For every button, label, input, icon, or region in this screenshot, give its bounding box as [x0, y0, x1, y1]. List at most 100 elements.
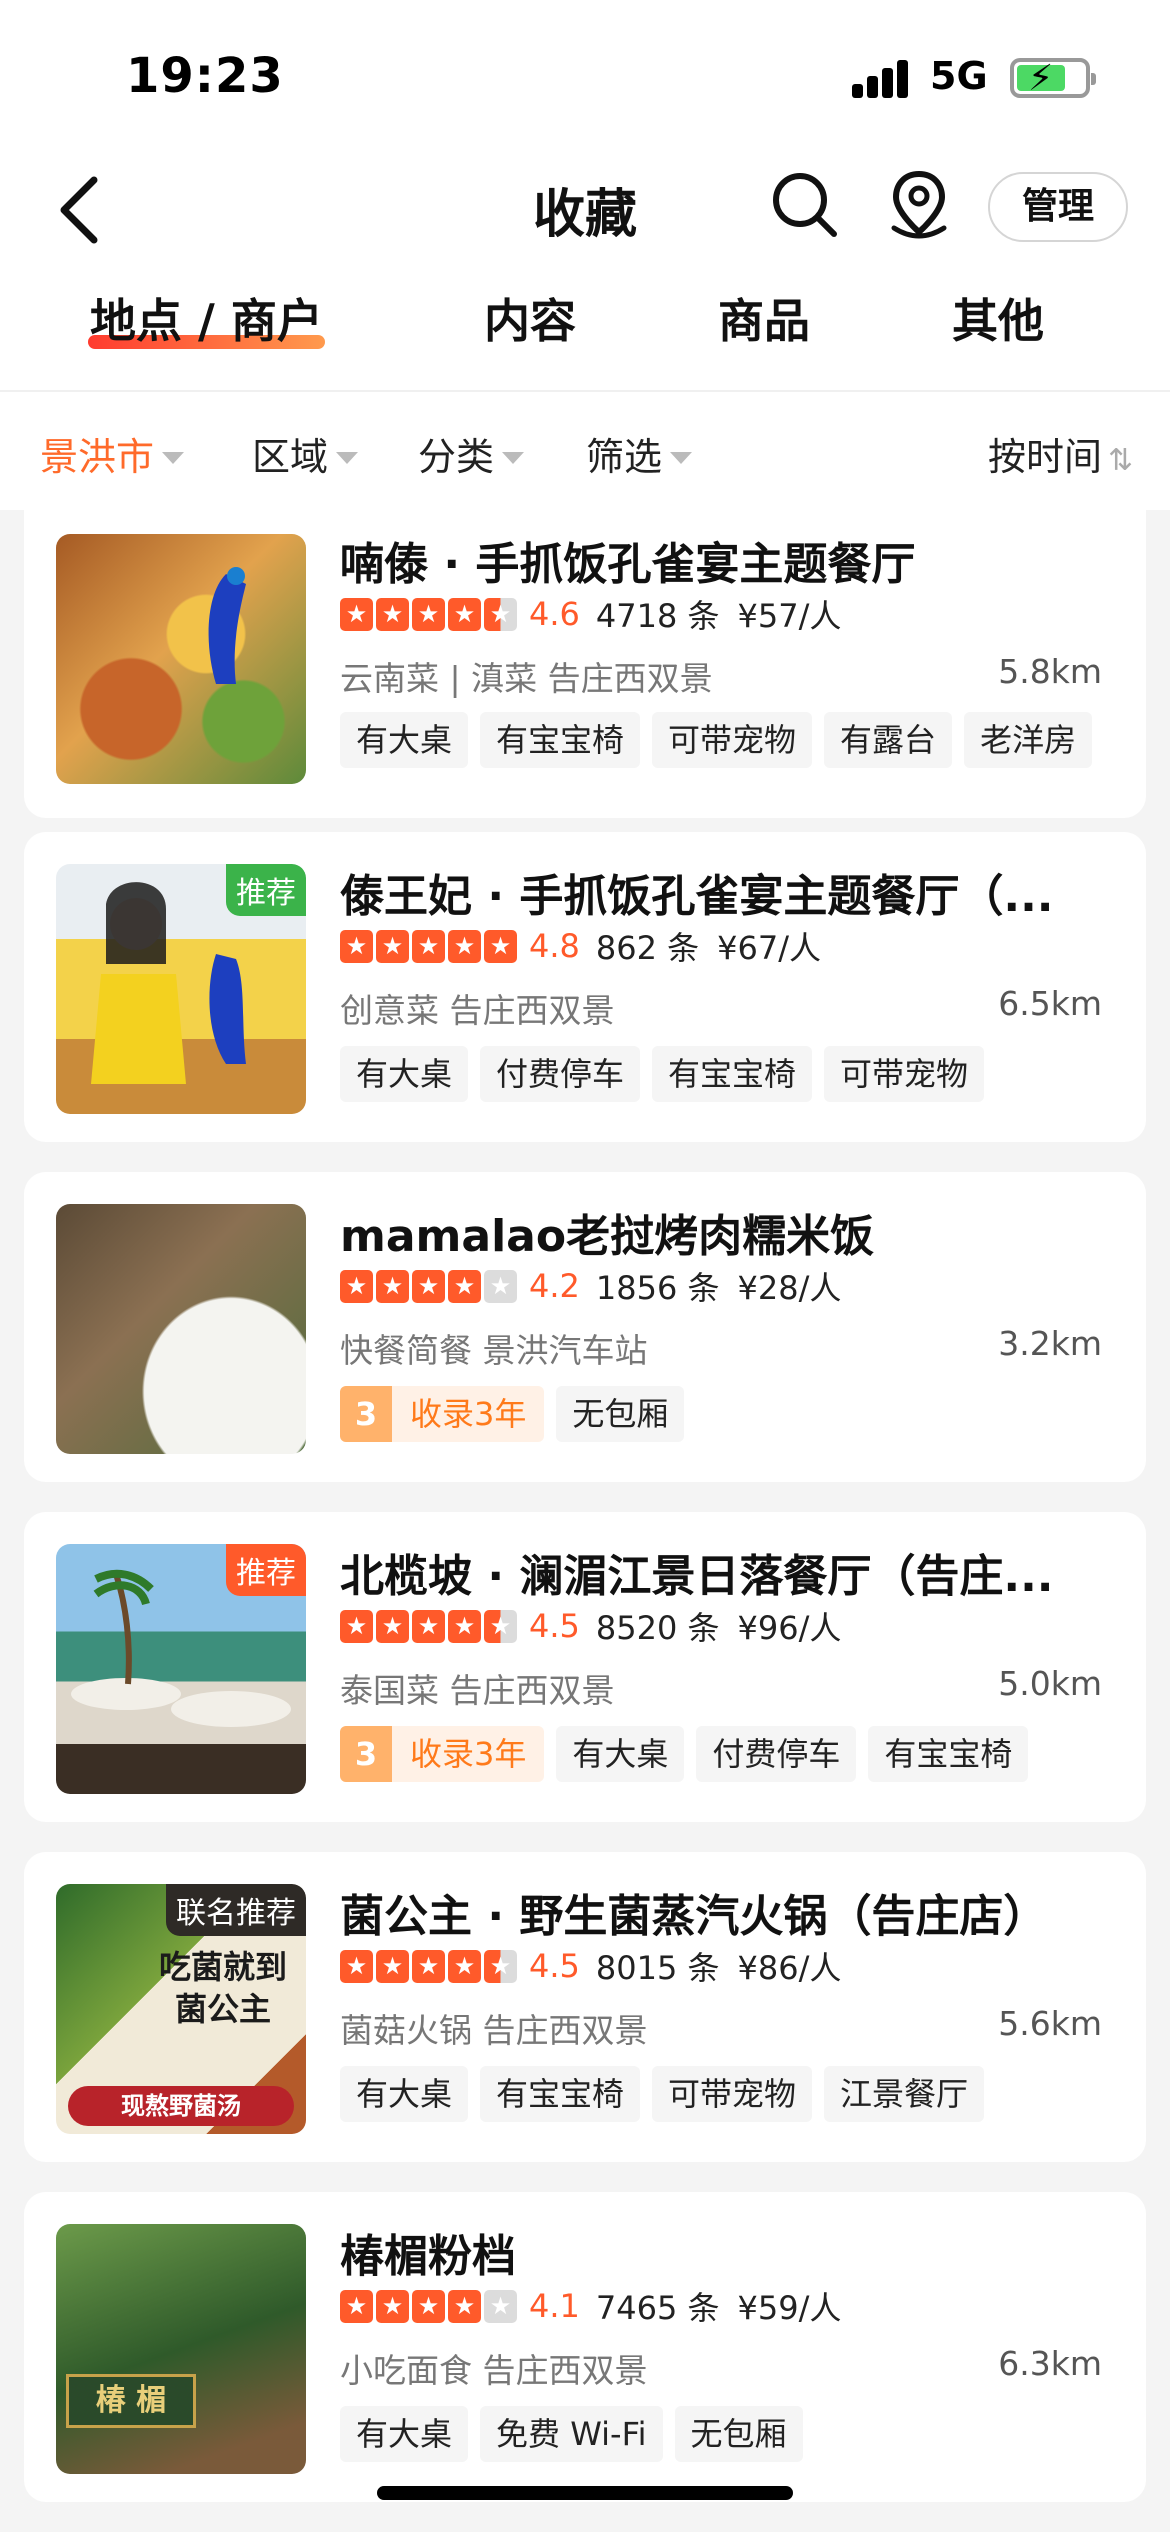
tag-list: 有大桌 付费停车 有宝宝椅 可带宠物 — [340, 1046, 985, 1102]
tab-other[interactable]: 其他 — [952, 285, 1044, 351]
tag-list: 3 收录3年 有大桌 付费停车 有宝宝椅 — [340, 1726, 1029, 1782]
rating-score: 4.2 — [529, 1267, 580, 1305]
caret-down-icon — [336, 451, 359, 464]
restaurant-name: 椿楣粉档 — [340, 2231, 516, 2282]
avg-price: ¥28/人 — [737, 1269, 842, 1307]
tab-content[interactable]: 内容 — [484, 285, 576, 351]
category-location: 小吃面食 告庄西双景 — [340, 2351, 648, 2390]
tag: 有露台 — [824, 712, 953, 768]
avg-price: ¥86/人 — [737, 1949, 842, 1987]
collected-years-badge: 3 收录3年 — [340, 1726, 545, 1782]
star-rating: ★ ★ ★ ★ ★ — [340, 929, 517, 963]
restaurant-photo: 推荐 — [56, 1544, 306, 1794]
distance: 6.5km — [998, 984, 1102, 1023]
tag: 有宝宝椅 — [652, 1046, 813, 1102]
tab-label: 商品 — [718, 294, 810, 348]
review-count: 4718 条 — [595, 597, 720, 635]
list-item[interactable]: 推荐 北榄坡 · 澜湄江景日落餐厅（告庄... ★ ★ ★ ★ ★ 4.5 8520 条… — [24, 1512, 1146, 1822]
shop-sign: 椿 楣 — [66, 2374, 196, 2428]
tab-places[interactable]: 地点 / 商户 — [88, 285, 325, 351]
category-location: 快餐简餐 景洪汽车站 — [340, 1331, 648, 1370]
avg-price: ¥57/人 — [737, 597, 842, 635]
area-filter-label: 区域 — [252, 435, 329, 479]
tag: 免费 Wi-Fi — [480, 2406, 663, 2462]
tag: 无包厢 — [556, 1386, 685, 1442]
list-item[interactable]: 椿 楣 椿楣粉档 ★ ★ ★ ★ ★ 4.1 7465 条 ¥59/人 小吃面食 告庄西… — [24, 2192, 1146, 2502]
list-item[interactable]: 吃菌就到 菌公主 现熬野菌汤 联名推荐 菌公主 · 野生菌蒸汽火锅（告庄店） ★… — [24, 1852, 1146, 2162]
tag: 有宝宝椅 — [868, 1726, 1029, 1782]
avg-price: ¥59/人 — [737, 2289, 842, 2327]
distance: 5.0km — [998, 1664, 1102, 1703]
rating-score: 4.5 — [529, 1947, 580, 1985]
location-pin-icon — [891, 170, 947, 239]
tag: 有宝宝椅 — [480, 2066, 641, 2122]
rating-row: ★ ★ ★ ★ ★ 4.6 4718 条 ¥57/人 — [340, 594, 842, 635]
tag-list: 有大桌 有宝宝椅 可带宠物 江景餐厅 — [340, 2066, 985, 2122]
poster-text: 吃菌就到 菌公主 — [148, 1946, 298, 2030]
category-filter-label: 分类 — [418, 435, 495, 479]
tag: 可带宠物 — [652, 712, 813, 768]
rating-score: 4.1 — [529, 2287, 580, 2325]
manage-button[interactable]: 管理 — [988, 172, 1128, 242]
collected-years-number: 3 — [340, 1726, 392, 1782]
sort-icon: ⇅ — [1108, 443, 1134, 478]
restaurant-photo: 推荐 — [56, 864, 306, 1114]
star-rating: ★ ★ ★ ★ ★ — [340, 1609, 517, 1643]
tag: 老洋房 — [964, 712, 1093, 768]
rating-row: ★ ★ ★ ★ ★ 4.5 8520 条 ¥96/人 — [340, 1606, 842, 1647]
tag: 付费停车 — [696, 1726, 857, 1782]
tab-label: 内容 — [484, 294, 576, 348]
category-tabs: 地点 / 商户 内容 商品 其他 — [0, 285, 1170, 385]
tag-list: 有大桌 免费 Wi-Fi 无包厢 — [340, 2406, 803, 2462]
tag-list: 3 收录3年 无包厢 — [340, 1386, 685, 1442]
location-button[interactable] — [884, 166, 954, 246]
tag-list: 有大桌 有宝宝椅 可带宠物 有露台 老洋房 — [340, 712, 1093, 768]
rating-row: ★ ★ ★ ★ ★ 4.5 8015 条 ¥86/人 — [340, 1946, 842, 1987]
tab-label: 地点 / 商户 — [90, 294, 323, 348]
review-count: 8520 条 — [595, 1609, 720, 1647]
tab-products[interactable]: 商品 — [718, 285, 810, 351]
distance: 5.8km — [998, 652, 1102, 691]
list-item[interactable]: 喃傣 · 手抓饭孔雀宴主题餐厅 ★ ★ ★ ★ ★ 4.6 4718 条 ¥57/人 云… — [24, 510, 1146, 818]
category-location: 云南菜 | 滇菜 告庄西双景 — [340, 659, 713, 698]
search-button[interactable] — [770, 170, 840, 240]
list-item[interactable]: 推荐 傣王妃 · 手抓饭孔雀宴主题餐厅（... ★ ★ ★ ★ ★ 4.8 862 条 … — [24, 832, 1146, 1142]
rating-row: ★ ★ ★ ★ ★ 4.1 7465 条 ¥59/人 — [340, 2286, 842, 2327]
collected-years-text: 收录3年 — [392, 1386, 545, 1442]
tag: 有大桌 — [556, 1726, 685, 1782]
city-filter-label: 景洪市 — [40, 435, 155, 479]
rating-score: 4.5 — [529, 1607, 580, 1645]
rating-score: 4.8 — [529, 927, 580, 965]
rating-row: ★ ★ ★ ★ ★ 4.2 1856 条 ¥28/人 — [340, 1266, 842, 1307]
restaurant-photo — [56, 534, 306, 784]
category-filter[interactable]: 分类 — [418, 426, 525, 481]
star-rating: ★ ★ ★ ★ ★ — [340, 1269, 517, 1303]
screen-filter[interactable]: 筛选 — [586, 426, 693, 481]
list-item[interactable]: mamalao老挝烤肉糯米饭 ★ ★ ★ ★ ★ 4.2 1856 条 ¥28/人 快餐… — [24, 1172, 1146, 1482]
caret-down-icon — [670, 451, 693, 464]
area-filter[interactable]: 区域 — [252, 426, 359, 481]
review-count: 862 条 — [595, 929, 700, 967]
tag: 有大桌 — [340, 712, 469, 768]
review-count: 7465 条 — [595, 2289, 720, 2327]
sort-filter-label: 按时间 — [988, 435, 1103, 479]
collected-years-text: 收录3年 — [392, 1726, 545, 1782]
tag: 可带宠物 — [652, 2066, 813, 2122]
distance: 5.6km — [998, 2004, 1102, 2043]
sort-filter[interactable]: 按时间 ⇅ — [988, 426, 1133, 481]
city-filter[interactable]: 景洪市 — [40, 426, 185, 481]
tag: 江景餐厅 — [824, 2066, 985, 2122]
star-rating: ★ ★ ★ ★ ★ — [340, 597, 517, 631]
review-count: 1856 条 — [595, 1269, 720, 1307]
tag: 可带宠物 — [824, 1046, 985, 1102]
restaurant-name: 北榄坡 · 澜湄江景日落餐厅（告庄... — [340, 1551, 1054, 1602]
restaurant-name: mamalao老挝烤肉糯米饭 — [340, 1211, 875, 1262]
caret-down-icon — [162, 451, 185, 464]
nav-bar: 收藏 管理 — [0, 150, 1170, 270]
tag: 有宝宝椅 — [480, 712, 641, 768]
tag: 无包厢 — [674, 2406, 803, 2462]
avg-price: ¥96/人 — [737, 1609, 842, 1647]
category-location: 菌菇火锅 告庄西双景 — [340, 2011, 648, 2050]
tab-label: 其他 — [952, 294, 1044, 348]
home-indicator[interactable] — [377, 2486, 793, 2500]
